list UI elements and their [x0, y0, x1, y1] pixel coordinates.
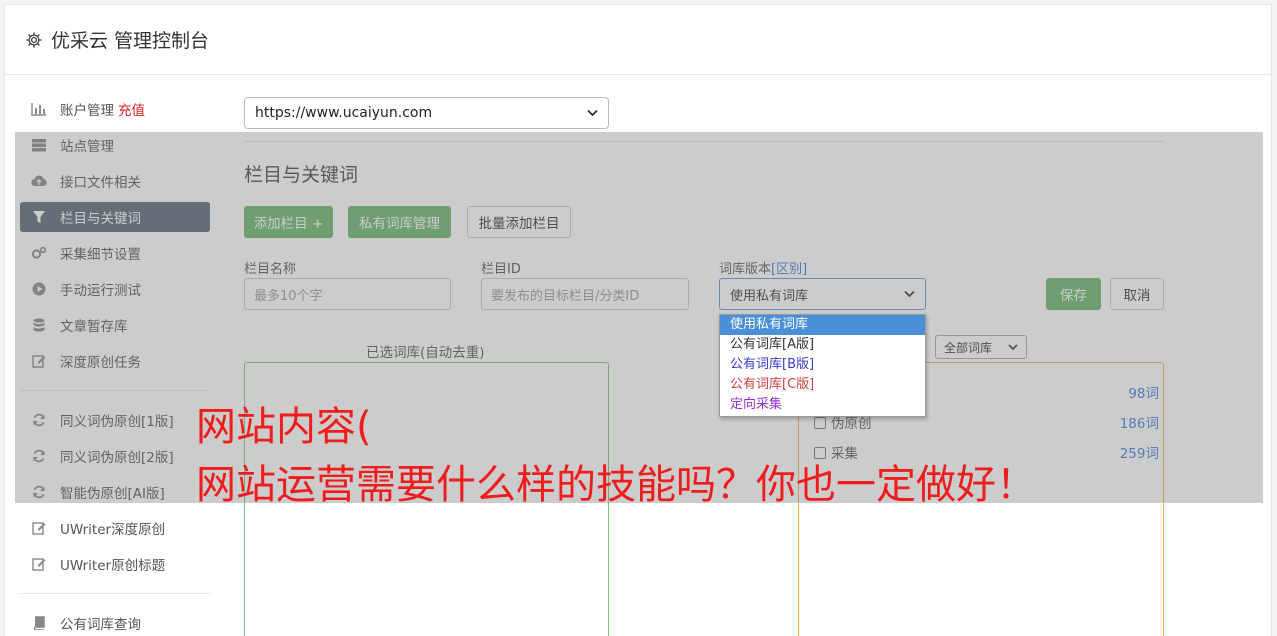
- save-button[interactable]: 保存: [1046, 278, 1101, 310]
- sidebar-item-deep-original[interactable]: 深度原创任务: [20, 346, 210, 376]
- column-id-input[interactable]: 要发布的目标栏目/分类ID: [481, 278, 689, 310]
- book-icon: [31, 615, 47, 631]
- overlay-text-line2: 网站运营需要什么样的技能吗？你也一定做好！: [196, 462, 1036, 508]
- filter-icon: [31, 209, 47, 225]
- sidebar: 账户管理 充值 站点管理 接口文件相关 栏目与关键词 采集细节设置 手动运行测试…: [20, 94, 210, 636]
- dropdown-option-public-b[interactable]: 公有词库[B版]: [720, 355, 925, 375]
- edit-icon: [31, 556, 47, 572]
- overlay-text-line1: 网站内容(: [196, 404, 372, 450]
- chevron-down-icon: [1008, 343, 1018, 350]
- edit-icon: [31, 520, 47, 536]
- cancel-button[interactable]: 取消: [1110, 278, 1164, 310]
- page-title: 优采云 管理控制台: [51, 30, 210, 52]
- lib-name: 伪原创: [831, 416, 872, 432]
- edit-icon: [31, 353, 47, 369]
- sidebar-item-interface[interactable]: 接口文件相关: [20, 166, 210, 196]
- lib-version-select-value: 使用私有词库: [730, 288, 809, 304]
- add-column-button[interactable]: 添加栏目 +: [244, 206, 333, 238]
- all-libs-select[interactable]: 全部词库: [935, 335, 1027, 359]
- private-lib-button[interactable]: 私有词库管理: [348, 206, 451, 238]
- sidebar-item-label: 同义词伪原创[1版]: [60, 414, 174, 430]
- page-header: 优采云 管理控制台: [5, 5, 1271, 75]
- lib-version-diff-link[interactable]: [区别]: [771, 262, 807, 277]
- sidebar-item-label: UWriter深度原创: [60, 522, 166, 538]
- sidebar-divider: [20, 390, 210, 391]
- sidebar-item-label: 文章暂存库: [60, 319, 128, 335]
- lib-version-select[interactable]: 使用私有词库: [719, 278, 926, 310]
- sidebar-item-sites[interactable]: 站点管理: [20, 130, 210, 160]
- divider: [244, 141, 1164, 142]
- chevron-down-icon: [904, 290, 915, 298]
- sidebar-item-label: 公有词库查询: [60, 617, 141, 633]
- all-libs-select-value: 全部词库: [944, 340, 993, 355]
- lib-version-label-text: 词库版本: [719, 262, 772, 277]
- server-icon: [31, 137, 47, 153]
- sidebar-item-label: 采集细节设置: [60, 247, 141, 263]
- sidebar-item-label: 站点管理: [60, 139, 114, 155]
- sidebar-item-columns[interactable]: 栏目与关键词: [20, 202, 210, 232]
- lib-count: 98词: [1128, 386, 1159, 402]
- recharge-link[interactable]: 充值: [118, 99, 145, 119]
- sidebar-item-manual-run[interactable]: 手动运行测试: [20, 274, 210, 304]
- sidebar-item-synonym-v2[interactable]: 同义词伪原创[2版]: [20, 441, 210, 471]
- sidebar-item-account[interactable]: 账户管理 充值: [20, 94, 210, 124]
- site-select[interactable]: https://www.ucaiyun.com: [244, 97, 609, 129]
- batch-add-button[interactable]: 批量添加栏目: [467, 206, 571, 238]
- dropdown-option-public-c[interactable]: 公有词库[C版]: [720, 375, 925, 395]
- dropdown-option-directed[interactable]: 定向采集: [720, 395, 925, 415]
- lib-count: 186词: [1119, 416, 1159, 432]
- sidebar-item-uwriter-deep[interactable]: UWriter深度原创: [20, 513, 210, 543]
- sidebar-item-collect-settings[interactable]: 采集细节设置: [20, 238, 210, 268]
- chevron-down-icon: [587, 109, 598, 117]
- lib-version-label: 词库版本[区别]: [719, 258, 807, 277]
- sidebar-item-article-store[interactable]: 文章暂存库: [20, 310, 210, 340]
- gears-icon: [31, 245, 47, 261]
- sidebar-item-label: 智能伪原创[AI版]: [60, 486, 165, 502]
- sidebar-item-label: 手动运行测试: [60, 283, 141, 299]
- refresh-icon: [31, 412, 47, 428]
- selected-box-title: 已选词库(自动去重): [366, 345, 485, 361]
- sidebar-item-public-lib[interactable]: 公有词库查询: [20, 608, 210, 636]
- lib-count: 259词: [1119, 446, 1159, 462]
- column-name-label: 栏目名称: [244, 262, 297, 277]
- sidebar-item-label: 接口文件相关: [60, 175, 141, 191]
- lib-version-dropdown[interactable]: 使用私有词库 公有词库[A版] 公有词库[B版] 公有词库[C版] 定向采集: [719, 314, 926, 417]
- lib-checkbox[interactable]: [814, 417, 826, 429]
- dropdown-option-private[interactable]: 使用私有词库: [720, 315, 925, 335]
- sidebar-item-label: UWriter原创标题: [60, 558, 166, 574]
- column-id-label: 栏目ID: [481, 262, 521, 277]
- column-name-input[interactable]: 最多10个字: [244, 278, 451, 310]
- sidebar-item-synonym-v1[interactable]: 同义词伪原创[1版]: [20, 405, 210, 435]
- bar-chart-icon: [31, 101, 47, 117]
- dropdown-option-public-a[interactable]: 公有词库[A版]: [720, 335, 925, 355]
- sidebar-item-uwriter-title[interactable]: UWriter原创标题: [20, 549, 210, 579]
- refresh-icon: [31, 448, 47, 464]
- sidebar-item-label: 账户管理: [60, 103, 114, 119]
- sidebar-divider: [20, 593, 210, 594]
- refresh-icon: [31, 484, 47, 500]
- cloud-upload-icon: [31, 173, 47, 189]
- sidebar-item-ai-rewrite[interactable]: 智能伪原创[AI版]: [20, 477, 210, 507]
- gear-icon: [26, 31, 42, 48]
- sidebar-item-label: 同义词伪原创[2版]: [60, 450, 174, 466]
- sidebar-item-label: 栏目与关键词: [60, 211, 141, 227]
- section-title: 栏目与关键词: [244, 164, 359, 186]
- play-circle-icon: [31, 281, 47, 297]
- site-select-value: https://www.ucaiyun.com: [255, 105, 433, 121]
- database-icon: [31, 317, 47, 333]
- sidebar-item-label: 深度原创任务: [60, 355, 141, 371]
